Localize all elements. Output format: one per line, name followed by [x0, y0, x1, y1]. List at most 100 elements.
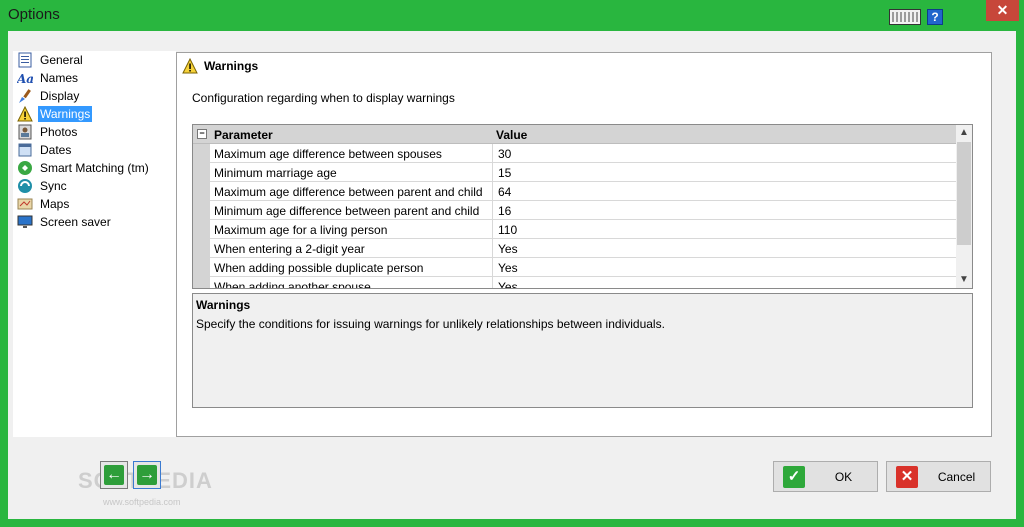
row-gutter — [193, 144, 210, 163]
calendar-icon — [17, 142, 33, 158]
value-cell[interactable]: Yes — [498, 261, 518, 275]
window-title: Options — [8, 6, 60, 23]
grid-row[interactable]: When adding possible duplicate person Yes — [193, 258, 957, 277]
settings-panel: Warnings Configuration regarding when to… — [176, 52, 992, 437]
nav-item-label: Photos — [40, 125, 78, 139]
value-cell[interactable]: Yes — [498, 242, 518, 256]
arrow-left-icon: ← — [104, 465, 124, 485]
nav-item-maps[interactable]: Maps — [17, 195, 71, 213]
grid-row[interactable]: When adding another spouse Yes — [193, 277, 957, 288]
checkmark-icon: ✓ — [783, 466, 805, 488]
title-bar[interactable]: Options ? ✕ — [0, 0, 1024, 30]
nav-item-dates[interactable]: Dates — [17, 141, 73, 159]
warning-icon — [17, 105, 33, 122]
font-icon: Aa — [16, 70, 34, 86]
cell-divider — [492, 277, 493, 288]
warnings-property-grid: − Parameter Value Maximum age difference… — [192, 124, 973, 289]
cell-divider — [492, 182, 493, 201]
grid-row[interactable]: Minimum age difference between parent an… — [193, 201, 957, 220]
close-button[interactable]: ✕ — [986, 0, 1019, 21]
row-gutter — [193, 258, 210, 277]
parameter-cell[interactable]: Maximum age for a living person — [214, 223, 387, 237]
scroll-thumb[interactable] — [957, 142, 971, 245]
row-gutter — [193, 277, 210, 288]
photo-icon — [17, 124, 33, 140]
value-cell[interactable]: Yes — [498, 280, 518, 288]
grid-rows: Maximum age difference between spouses 30… — [193, 144, 957, 288]
nav-item-label: Dates — [40, 143, 72, 157]
nav-item-display[interactable]: Display — [17, 87, 81, 105]
nav-item-sync[interactable]: Sync — [17, 177, 69, 195]
paintbrush-icon — [17, 88, 33, 104]
monitor-icon — [17, 214, 33, 230]
nav-item-smart-matching-tm[interactable]: Smart Matching (tm) — [17, 159, 151, 177]
forward-button[interactable]: → — [133, 461, 161, 489]
grid-row[interactable]: Maximum age for a living person 110 — [193, 220, 957, 239]
watermark-url: www.softpedia.com — [103, 497, 181, 507]
parameter-cell[interactable]: When entering a 2-digit year — [214, 242, 365, 256]
row-gutter — [193, 201, 210, 220]
value-column-header[interactable]: Value — [496, 128, 527, 142]
nav-item-label: Display — [40, 89, 80, 103]
parameter-cell[interactable]: Maximum age difference between spouses — [214, 147, 442, 161]
help-icon[interactable]: ? — [927, 9, 943, 25]
help-text: Specify the conditions for issuing warni… — [196, 317, 665, 331]
cross-icon: ✕ — [896, 466, 918, 488]
sync-icon — [17, 178, 33, 194]
cancel-button[interactable]: ✕ Cancel — [886, 461, 991, 492]
nav-item-photos[interactable]: Photos — [17, 123, 79, 141]
nav-item-general[interactable]: General — [17, 51, 85, 69]
parameter-cell[interactable]: Minimum age difference between parent an… — [214, 204, 479, 218]
cell-divider — [492, 144, 493, 163]
dialog-client: General Aa Names Display Warnings Photos Dates… — [8, 31, 1016, 519]
ok-button[interactable]: ✓ OK — [773, 461, 878, 492]
grid-row[interactable]: Maximum age difference between spouses 30 — [193, 144, 957, 163]
help-description-box: Warnings Specify the conditions for issu… — [192, 293, 973, 408]
grid-scrollbar[interactable]: ▲ ▼ — [956, 125, 972, 288]
parameter-column-header[interactable]: Parameter — [214, 128, 273, 142]
nav-item-warnings[interactable]: Warnings — [17, 105, 93, 123]
cell-divider — [492, 258, 493, 277]
parameter-cell[interactable]: Maximum age difference between parent an… — [214, 185, 483, 199]
cell-divider — [492, 201, 493, 220]
row-gutter — [193, 182, 210, 201]
parameter-cell[interactable]: When adding possible duplicate person — [214, 261, 423, 275]
grid-header: − Parameter Value — [193, 125, 957, 144]
collapse-icon[interactable]: − — [197, 129, 207, 139]
options-window: Options ? ✕ General Aa Names Display Warning… — [0, 0, 1024, 527]
cell-divider — [492, 220, 493, 239]
map-icon — [17, 196, 33, 212]
grid-row[interactable]: Minimum marriage age 15 — [193, 163, 957, 182]
cell-divider — [492, 239, 493, 258]
value-cell[interactable]: 30 — [498, 147, 511, 161]
nav-item-label: Sync — [40, 179, 67, 193]
panel-description: Configuration regarding when to display … — [192, 91, 455, 105]
row-gutter — [193, 220, 210, 239]
cancel-label: Cancel — [937, 470, 976, 484]
nav-item-label: Screen saver — [40, 215, 111, 229]
nav-item-names[interactable]: Aa Names — [16, 69, 80, 87]
row-gutter — [193, 239, 210, 258]
parameter-cell[interactable]: When adding another spouse — [214, 280, 371, 288]
ok-label: OK — [834, 470, 853, 484]
keyboard-icon[interactable] — [889, 9, 921, 25]
nav-item-label: Names — [40, 71, 79, 85]
parameter-cell[interactable]: Minimum marriage age — [214, 166, 337, 180]
value-cell[interactable]: 16 — [498, 204, 511, 218]
panel-title: Warnings — [204, 59, 259, 73]
panel-header: Warnings — [182, 58, 258, 74]
grid-row[interactable]: Maximum age difference between parent an… — [193, 182, 957, 201]
nav-item-label: Smart Matching (tm) — [40, 161, 149, 175]
scroll-up-arrow-icon[interactable]: ▲ — [956, 125, 972, 141]
arrow-right-icon: → — [137, 465, 157, 485]
scroll-down-arrow-icon[interactable]: ▼ — [956, 272, 972, 288]
svg-text:Aa: Aa — [17, 72, 33, 86]
grid-row[interactable]: When entering a 2-digit year Yes — [193, 239, 957, 258]
nav-item-label: Warnings — [38, 106, 93, 122]
help-title: Warnings — [196, 298, 251, 312]
value-cell[interactable]: 64 — [498, 185, 511, 199]
value-cell[interactable]: 110 — [498, 223, 517, 237]
value-cell[interactable]: 15 — [498, 166, 511, 180]
back-button[interactable]: ← — [100, 461, 128, 489]
nav-item-screen-saver[interactable]: Screen saver — [17, 213, 113, 231]
